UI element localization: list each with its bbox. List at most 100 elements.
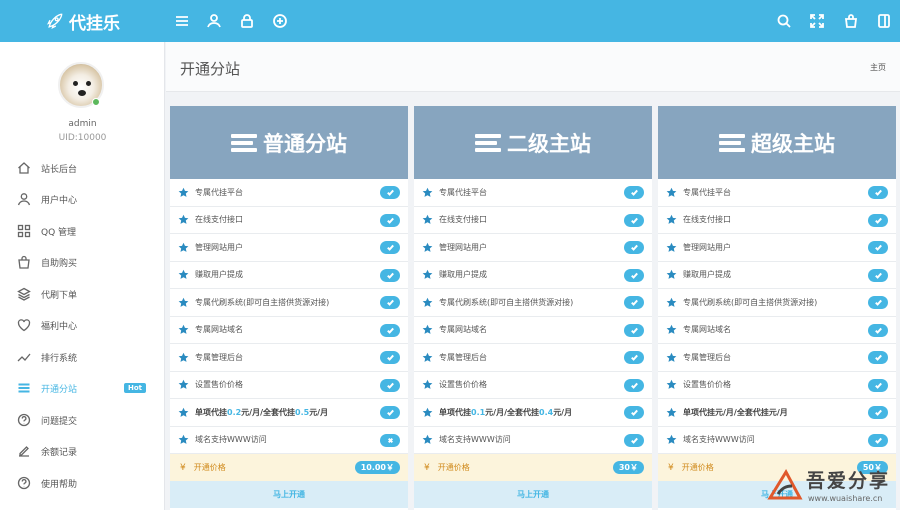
feature-row: 赚取用户提成 — [414, 262, 652, 289]
feature-row: 专属代刷系统(即可自主搭供货源对接) — [170, 289, 408, 317]
sidebar-item-label: 排行系统 — [41, 353, 78, 364]
open-now-button[interactable]: 马上开通 — [170, 481, 408, 508]
list-icon — [475, 133, 501, 153]
sidebar-item-self-purchase[interactable]: 自助购买 — [0, 247, 165, 277]
user-name: admin — [68, 119, 97, 129]
feature-row: 管理网站用户 — [170, 234, 408, 262]
lock-icon[interactable] — [239, 13, 255, 29]
list-icon — [17, 381, 31, 395]
sidebar-item-user-center[interactable]: 用户中心 — [0, 184, 165, 214]
sidebar-item-label: 福利中心 — [41, 321, 78, 332]
feature-row-domain: 域名支持WWW访问 — [170, 427, 408, 454]
check-icon — [380, 241, 400, 254]
rate-middle: 元/月/全套代挂 — [241, 407, 296, 417]
top-bar: 代挂乐 — [0, 0, 900, 42]
card-header: 普通分站 — [170, 106, 408, 179]
sidebar-item-help[interactable]: 使用帮助 — [0, 468, 165, 498]
brand-logo[interactable]: 代挂乐 — [0, 0, 165, 42]
open-now-button[interactable]: 马上开通 — [414, 481, 652, 508]
feature-row: 专属网站域名 — [170, 317, 408, 344]
menu-icon[interactable] — [174, 13, 190, 29]
watermark-title: 吾爱分享 — [806, 470, 891, 492]
sidebar-item-welfare[interactable]: 福利中心 — [0, 310, 165, 340]
feature-label: 专属代挂平台 — [439, 187, 487, 197]
star-icon — [178, 242, 189, 253]
sidebar-item-balance-log[interactable]: 余额记录 — [0, 436, 165, 466]
star-icon — [422, 269, 433, 280]
feature-label: 专属网站域名 — [683, 325, 731, 335]
yen-icon: ¥ — [180, 462, 186, 473]
star-icon — [422, 324, 433, 335]
feature-row: 设置售价价格 — [658, 372, 896, 399]
feature-label: 赚取用户提成 — [195, 270, 243, 280]
app-title: 代挂乐 — [69, 13, 120, 34]
sidebar-item-qq-manage[interactable]: QQ 管理 — [0, 216, 165, 246]
star-icon — [666, 434, 677, 445]
feature-label: 赚取用户提成 — [683, 270, 731, 280]
sidebar-item-label: 开通分站 — [41, 384, 78, 395]
star-icon — [666, 242, 677, 253]
user-icon[interactable] — [206, 13, 222, 29]
shopping-bag-icon — [17, 255, 31, 269]
sidebar-item-ranking[interactable]: 排行系统 — [0, 342, 165, 372]
avatar-eye — [73, 81, 78, 86]
price-badge: 30￥ — [612, 461, 644, 474]
pricing-card: 二级主站专属代挂平台 在线支付接口管理网站用户 赚取用户提成 专属代刷系统(即可自主搭… — [414, 106, 652, 510]
breadcrumb-home[interactable]: 主页 — [870, 62, 886, 73]
sidebar-item-label: 站长后台 — [41, 164, 78, 175]
hot-badge: Hot — [124, 383, 147, 393]
feature-label: 域名支持WWW访问 — [683, 435, 755, 445]
list-icon — [719, 133, 745, 153]
star-icon — [178, 187, 189, 198]
feature-label: 专属代挂平台 — [195, 187, 243, 197]
sidebar-item-order[interactable]: 代刷下单 — [0, 279, 165, 309]
feature-label: 专属代刷系统(即可自主搭供货源对接) — [683, 297, 818, 307]
plus-circle-icon[interactable] — [272, 13, 288, 29]
edit-icon — [17, 444, 31, 458]
feature-row: 专属代刷系统(即可自主搭供货源对接) — [414, 289, 652, 317]
star-icon — [422, 187, 433, 198]
check-icon — [868, 378, 888, 392]
search-icon[interactable] — [776, 13, 792, 29]
sidebar-item-submit-issue[interactable]: 问题提交 — [0, 405, 165, 435]
feature-label: 域名支持WWW访问 — [439, 435, 511, 445]
user-icon — [17, 192, 31, 206]
avatar-nose — [78, 90, 86, 96]
fullscreen-icon[interactable] — [809, 13, 825, 29]
star-icon — [666, 352, 677, 363]
layers-icon — [17, 287, 31, 301]
home-icon — [17, 161, 31, 175]
check-icon — [624, 433, 644, 447]
feature-label: 设置售价价格 — [439, 380, 487, 390]
feature-label: 专属管理后台 — [439, 352, 487, 362]
card-title: 二级主站 — [507, 131, 591, 156]
star-icon — [178, 297, 189, 308]
sidebar-item-open-substation[interactable]: 开通分站 Hot — [0, 373, 165, 403]
check-icon — [624, 268, 644, 282]
feature-row: 专属管理后台 — [170, 344, 408, 372]
feature-row: 管理网站用户 — [414, 234, 652, 262]
feature-row-domain: 域名支持WWW访问 — [658, 427, 896, 454]
feature-row: 专属代挂平台 — [658, 179, 896, 207]
help-circle-icon — [17, 476, 31, 490]
feature-label: 专属代挂平台 — [683, 187, 731, 197]
star-icon — [178, 379, 189, 390]
check-icon — [868, 186, 888, 199]
grid-icon — [17, 224, 31, 238]
feature-label: 专属网站域名 — [195, 325, 243, 335]
card-header: 二级主站 — [414, 106, 652, 179]
feature-row: 专属代刷系统(即可自主搭供货源对接) — [658, 289, 896, 317]
check-icon — [624, 323, 644, 337]
check-icon — [380, 378, 400, 392]
sidebar-item-label: 问题提交 — [41, 416, 78, 427]
feature-label: 在线支付接口 — [439, 215, 487, 225]
feature-row: 设置售价价格 — [170, 372, 408, 399]
yen-icon: ¥ — [668, 462, 674, 473]
feature-row: 设置售价价格 — [414, 372, 652, 399]
sidebar-item-label: QQ 管理 — [41, 227, 77, 238]
rate-single-value: 0.2 — [227, 407, 242, 417]
rate-prefix: 单项代挂 — [439, 407, 471, 417]
shopping-bag-icon[interactable] — [843, 13, 859, 29]
sidebar-item-admin[interactable]: 站长后台 — [0, 153, 165, 183]
sidebar-toggle-icon[interactable] — [876, 13, 892, 29]
